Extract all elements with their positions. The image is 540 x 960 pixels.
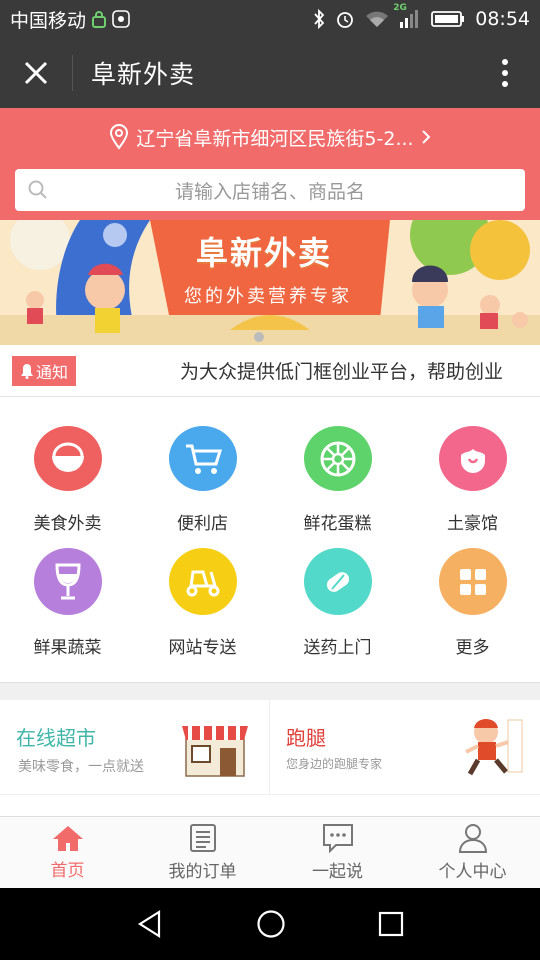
grid-icon xyxy=(438,548,507,615)
promo-errand[interactable]: 跑腿 您身边的跑腿专家 xyxy=(270,700,540,794)
promo-title: 在线超市 xyxy=(16,726,96,750)
recents-nav-icon[interactable] xyxy=(377,910,405,938)
bottom-tab-bar: 首页 我的订单 一起说 个人中心 xyxy=(0,816,540,888)
bell-icon xyxy=(20,363,33,379)
page-title: 阜新外卖 xyxy=(91,60,196,89)
category-label: 鲜花蛋糕 xyxy=(303,514,372,534)
category-label: 土豪馆 xyxy=(447,514,498,534)
clock-label: 08:54 xyxy=(475,8,530,30)
user-icon xyxy=(458,824,487,853)
battery-icon xyxy=(431,10,465,28)
network-type-label: 2G xyxy=(393,3,407,13)
search-input[interactable]: 请输入店铺名、商品名 xyxy=(15,169,525,211)
category-flowers-cakes[interactable]: 鲜花蛋糕 xyxy=(270,410,405,534)
flower-icon xyxy=(303,426,372,491)
category-fruits-vegetables[interactable]: 鲜果蔬菜 xyxy=(0,534,135,658)
category-luxury-hall[interactable]: 土豪馆 xyxy=(405,410,540,534)
banner-subtitle: 您的外卖营养专家 xyxy=(184,286,352,307)
wine-glass-icon xyxy=(33,548,102,615)
location-search-header: 辽宁省阜新市细河区民族街5-2... 请输入店铺名、商品名 xyxy=(0,108,540,220)
order-list-icon xyxy=(189,824,216,852)
category-food-delivery[interactable]: 美食外卖 xyxy=(0,410,135,534)
notice-tag-label: 通知 xyxy=(35,362,68,382)
tab-label: 首页 xyxy=(50,861,85,881)
category-grid: 美食外卖 便利店 鲜花蛋糕 土豪馆 鲜果蔬菜 网站专送 送药上门 更多 xyxy=(0,410,540,674)
tab-home[interactable]: 首页 xyxy=(0,817,135,888)
promo-online-supermarket[interactable]: 在线超市 美味零食，一点就送 xyxy=(0,700,270,794)
pill-icon xyxy=(303,548,372,615)
status-bar: 中国移动 2G 08:54 xyxy=(0,0,540,38)
tab-discuss[interactable]: 一起说 xyxy=(270,817,405,888)
tab-my-orders[interactable]: 我的订单 xyxy=(135,817,270,888)
bowl-icon xyxy=(33,426,102,491)
tab-label: 个人中心 xyxy=(438,862,507,882)
category-label: 便利店 xyxy=(177,514,228,534)
close-button[interactable] xyxy=(0,38,72,108)
search-icon xyxy=(28,180,47,199)
tab-label: 我的订单 xyxy=(168,862,237,882)
lock-icon xyxy=(92,10,107,28)
category-medicine-delivery[interactable]: 送药上门 xyxy=(270,534,405,658)
notice-tag: 通知 xyxy=(12,355,76,386)
signal-icon: 2G xyxy=(393,3,421,29)
category-label: 网站专送 xyxy=(168,638,237,658)
ring-icon xyxy=(438,426,507,491)
carrier-label: 中国移动 xyxy=(10,9,87,32)
search-placeholder: 请输入店铺名、商品名 xyxy=(174,180,365,203)
category-more[interactable]: 更多 xyxy=(405,534,540,658)
location-selector[interactable]: 辽宁省阜新市细河区民族街5-2... xyxy=(0,108,540,166)
promo-banner[interactable]: 阜新外卖 您的外卖营养专家 xyxy=(0,220,540,345)
promo-subtitle: 美味零食，一点就送 xyxy=(18,759,144,775)
bluetooth-icon xyxy=(313,9,325,29)
notice-text: 为大众提供低门框创业平台，帮助创业 xyxy=(180,361,504,383)
wifi-icon xyxy=(365,10,389,28)
storefront-icon xyxy=(182,726,248,777)
back-nav-icon[interactable] xyxy=(135,909,165,939)
cart-icon xyxy=(168,426,237,491)
home-nav-icon[interactable] xyxy=(256,909,286,939)
scooter-icon xyxy=(168,548,237,615)
more-menu-button[interactable] xyxy=(470,38,540,108)
category-label: 送药上门 xyxy=(303,638,372,658)
more-vertical-icon xyxy=(502,59,508,87)
alarm-icon xyxy=(335,9,355,29)
banner-title: 阜新外卖 xyxy=(196,234,333,272)
promo-subtitle: 您身边的跑腿专家 xyxy=(286,757,383,771)
tab-label: 一起说 xyxy=(312,862,363,882)
category-label: 更多 xyxy=(455,638,490,658)
location-pin-icon xyxy=(110,124,129,150)
category-label: 鲜果蔬菜 xyxy=(33,638,102,658)
title-bar: 阜新外卖 xyxy=(0,38,540,108)
close-icon xyxy=(24,61,48,85)
category-convenience-store[interactable]: 便利店 xyxy=(135,410,270,534)
chat-icon xyxy=(322,824,353,853)
home-icon xyxy=(52,826,83,851)
section-divider xyxy=(0,682,540,700)
category-site-delivery[interactable]: 网站专送 xyxy=(135,534,270,658)
title-divider xyxy=(72,55,73,91)
notification-app-icon xyxy=(112,10,130,28)
chevron-right-icon xyxy=(421,130,430,144)
promo-row-next xyxy=(0,794,540,816)
promo-title: 跑腿 xyxy=(286,726,326,750)
runner-mascot-icon xyxy=(465,719,523,776)
category-label: 美食外卖 xyxy=(33,514,102,534)
location-address: 辽宁省阜新市细河区民族街5-2... xyxy=(136,127,414,150)
android-nav-bar xyxy=(0,888,540,960)
tab-profile[interactable]: 个人中心 xyxy=(405,817,540,888)
notice-bar[interactable]: 通知 为大众提供低门框创业平台，帮助创业 xyxy=(0,345,540,397)
